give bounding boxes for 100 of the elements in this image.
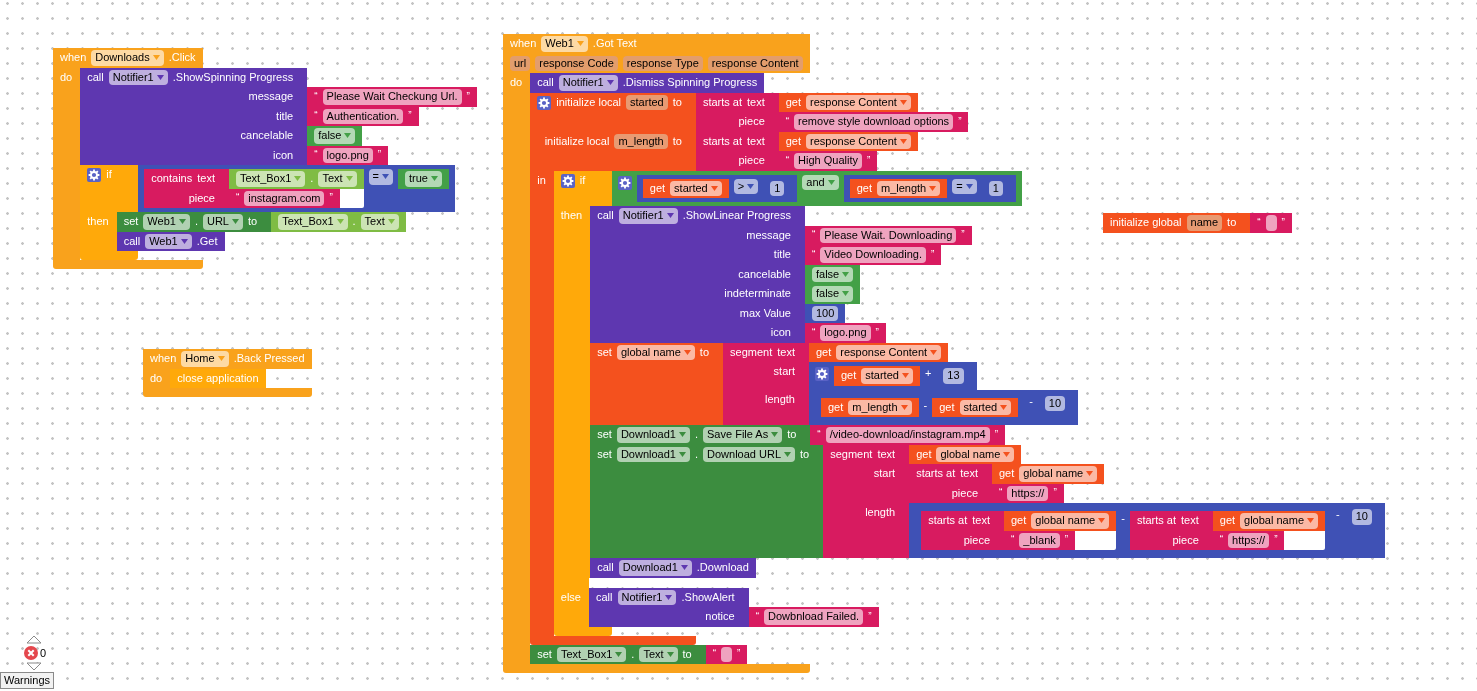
dropdown-field[interactable]: Download1 — [616, 446, 690, 462]
dropdown-field[interactable]: Text — [360, 214, 399, 230]
dropdown-field[interactable]: Web1 — [143, 214, 190, 230]
dropdown-arrow-icon — [576, 41, 584, 47]
dropdown-field[interactable]: Text — [318, 171, 357, 187]
dropdown-field[interactable]: response Content — [806, 94, 911, 110]
string-field[interactable]: logo.png — [322, 147, 373, 163]
gear-icon[interactable] — [87, 168, 102, 182]
string-field[interactable]: Video Downloading. — [820, 247, 926, 263]
dropdown-field[interactable]: m_length — [848, 399, 912, 415]
quote-mark: ” — [1053, 487, 1057, 500]
dropdown-field[interactable]: Web1 — [541, 36, 588, 52]
dropdown-field[interactable]: Notifier1 — [617, 589, 677, 605]
dropdown-field[interactable]: Notifier1 — [108, 69, 168, 85]
block-label: title — [276, 108, 294, 124]
block-label: to — [1227, 215, 1237, 230]
up-triangle-icon[interactable] — [26, 635, 42, 644]
block-label: to — [248, 214, 258, 229]
string-field[interactable] — [721, 646, 733, 662]
block-label: call — [597, 208, 614, 223]
dropdown-field[interactable]: m_length — [876, 180, 941, 196]
block-label: text — [972, 513, 990, 528]
string-field[interactable]: Please Wait. Downloading — [820, 227, 957, 243]
dropdown-field[interactable]: = — [368, 169, 394, 185]
string-field[interactable]: Dowbnload Failed. — [764, 609, 864, 625]
string-field[interactable]: High Quality — [794, 153, 862, 169]
block-label: set — [597, 427, 612, 442]
gear-icon[interactable] — [815, 367, 829, 381]
gear-icon[interactable] — [617, 175, 632, 190]
dropdown-field[interactable]: response Content — [836, 344, 942, 360]
block-label: set — [597, 344, 612, 360]
gear-icon[interactable] — [560, 173, 575, 188]
dropdown-field[interactable]: true — [405, 171, 442, 187]
dropdown-arrow-icon — [294, 176, 302, 182]
variable-name-field[interactable]: m_length — [614, 133, 668, 149]
dropdown-field[interactable]: Save File As — [703, 427, 783, 443]
string-field[interactable]: _blank — [1019, 532, 1060, 548]
dropdown-field[interactable]: Text_Box1 — [556, 646, 627, 662]
quote-mark: “ — [235, 192, 240, 205]
dropdown-field[interactable]: = — [952, 178, 977, 194]
dropdown-field[interactable]: global name — [1240, 513, 1318, 529]
parameter-field[interactable]: url — [510, 55, 531, 71]
string-field[interactable]: https:// — [1228, 532, 1270, 548]
string-field[interactable]: Authentication. — [322, 108, 404, 124]
string-field[interactable]: logo.png — [820, 325, 871, 341]
block-label: get — [785, 133, 802, 149]
number-field[interactable]: 10 — [1044, 395, 1066, 411]
block-label: set — [537, 646, 552, 662]
variable-name-field[interactable]: name — [1186, 215, 1223, 231]
dropdown-field[interactable]: > — [733, 178, 759, 194]
variable-name-field[interactable]: started — [626, 94, 668, 110]
dropdown-field[interactable]: Notifier1 — [558, 75, 618, 91]
number-field[interactable]: 10 — [1351, 509, 1372, 525]
dropdown-field[interactable]: Download1 — [616, 427, 690, 443]
string-field[interactable]: remove style download options — [794, 114, 954, 130]
dropdown-arrow-icon — [899, 99, 907, 105]
dropdown-field[interactable]: global name — [1031, 513, 1110, 529]
block-label: when — [60, 50, 87, 65]
dropdown-field[interactable]: Download1 — [618, 560, 692, 576]
number-field[interactable]: 13 — [943, 368, 964, 384]
quote-mark: “ — [811, 326, 816, 339]
dropdown-field[interactable]: started — [861, 368, 913, 384]
dropdown-field[interactable]: URL — [202, 214, 243, 230]
quote-mark: ” — [867, 154, 871, 167]
dropdown-field[interactable]: Download URL — [703, 446, 795, 462]
dropdown-field[interactable]: Text_Box1 — [235, 171, 306, 187]
number-field[interactable]: 1 — [988, 180, 1003, 196]
dropdown-field[interactable]: started — [959, 399, 1012, 415]
dropdown-field[interactable]: Notifier1 — [618, 208, 678, 224]
string-field[interactable] — [1265, 215, 1277, 231]
dropdown-field[interactable]: false — [811, 286, 854, 302]
down-triangle-icon[interactable] — [26, 662, 42, 671]
dropdown-arrow-icon — [1098, 518, 1106, 524]
dropdown-field[interactable]: Web1 — [145, 233, 192, 249]
dropdown-field[interactable]: global name — [936, 446, 1015, 462]
string-field[interactable]: https:// — [1007, 485, 1049, 501]
block-label: text — [960, 466, 978, 481]
gear-icon[interactable] — [537, 95, 552, 110]
dropdown-field[interactable]: false — [314, 128, 356, 144]
block-label: text — [197, 171, 215, 186]
dropdown-field[interactable]: false — [811, 266, 854, 282]
dropdown-field[interactable]: global name — [616, 344, 695, 360]
warnings-button[interactable]: Warnings — [0, 672, 55, 689]
dropdown-field[interactable]: and — [802, 174, 839, 190]
number-field[interactable]: 1 — [770, 180, 785, 196]
string-field[interactable]: Please Wait Checkung Url. — [322, 89, 462, 105]
dropdown-arrow-icon — [431, 176, 438, 182]
string-field[interactable]: instagram.com — [244, 190, 325, 206]
string-field[interactable]: /video-download/instagram.mp4 — [825, 427, 990, 443]
dropdown-field[interactable]: Text — [639, 646, 678, 662]
dropdown-field[interactable]: Home — [181, 351, 229, 367]
parameter-field[interactable]: response Type — [622, 55, 703, 71]
dropdown-field[interactable]: Text_Box1 — [278, 214, 348, 230]
parameter-field[interactable]: response Code — [535, 55, 618, 71]
dropdown-field[interactable]: started — [670, 180, 722, 196]
dropdown-field[interactable]: response Content — [806, 133, 911, 149]
parameter-field[interactable]: response Content — [707, 55, 803, 71]
dropdown-field[interactable]: global name — [1019, 466, 1098, 482]
number-field[interactable]: 100 — [811, 305, 839, 321]
dropdown-field[interactable]: Downloads — [91, 50, 164, 66]
